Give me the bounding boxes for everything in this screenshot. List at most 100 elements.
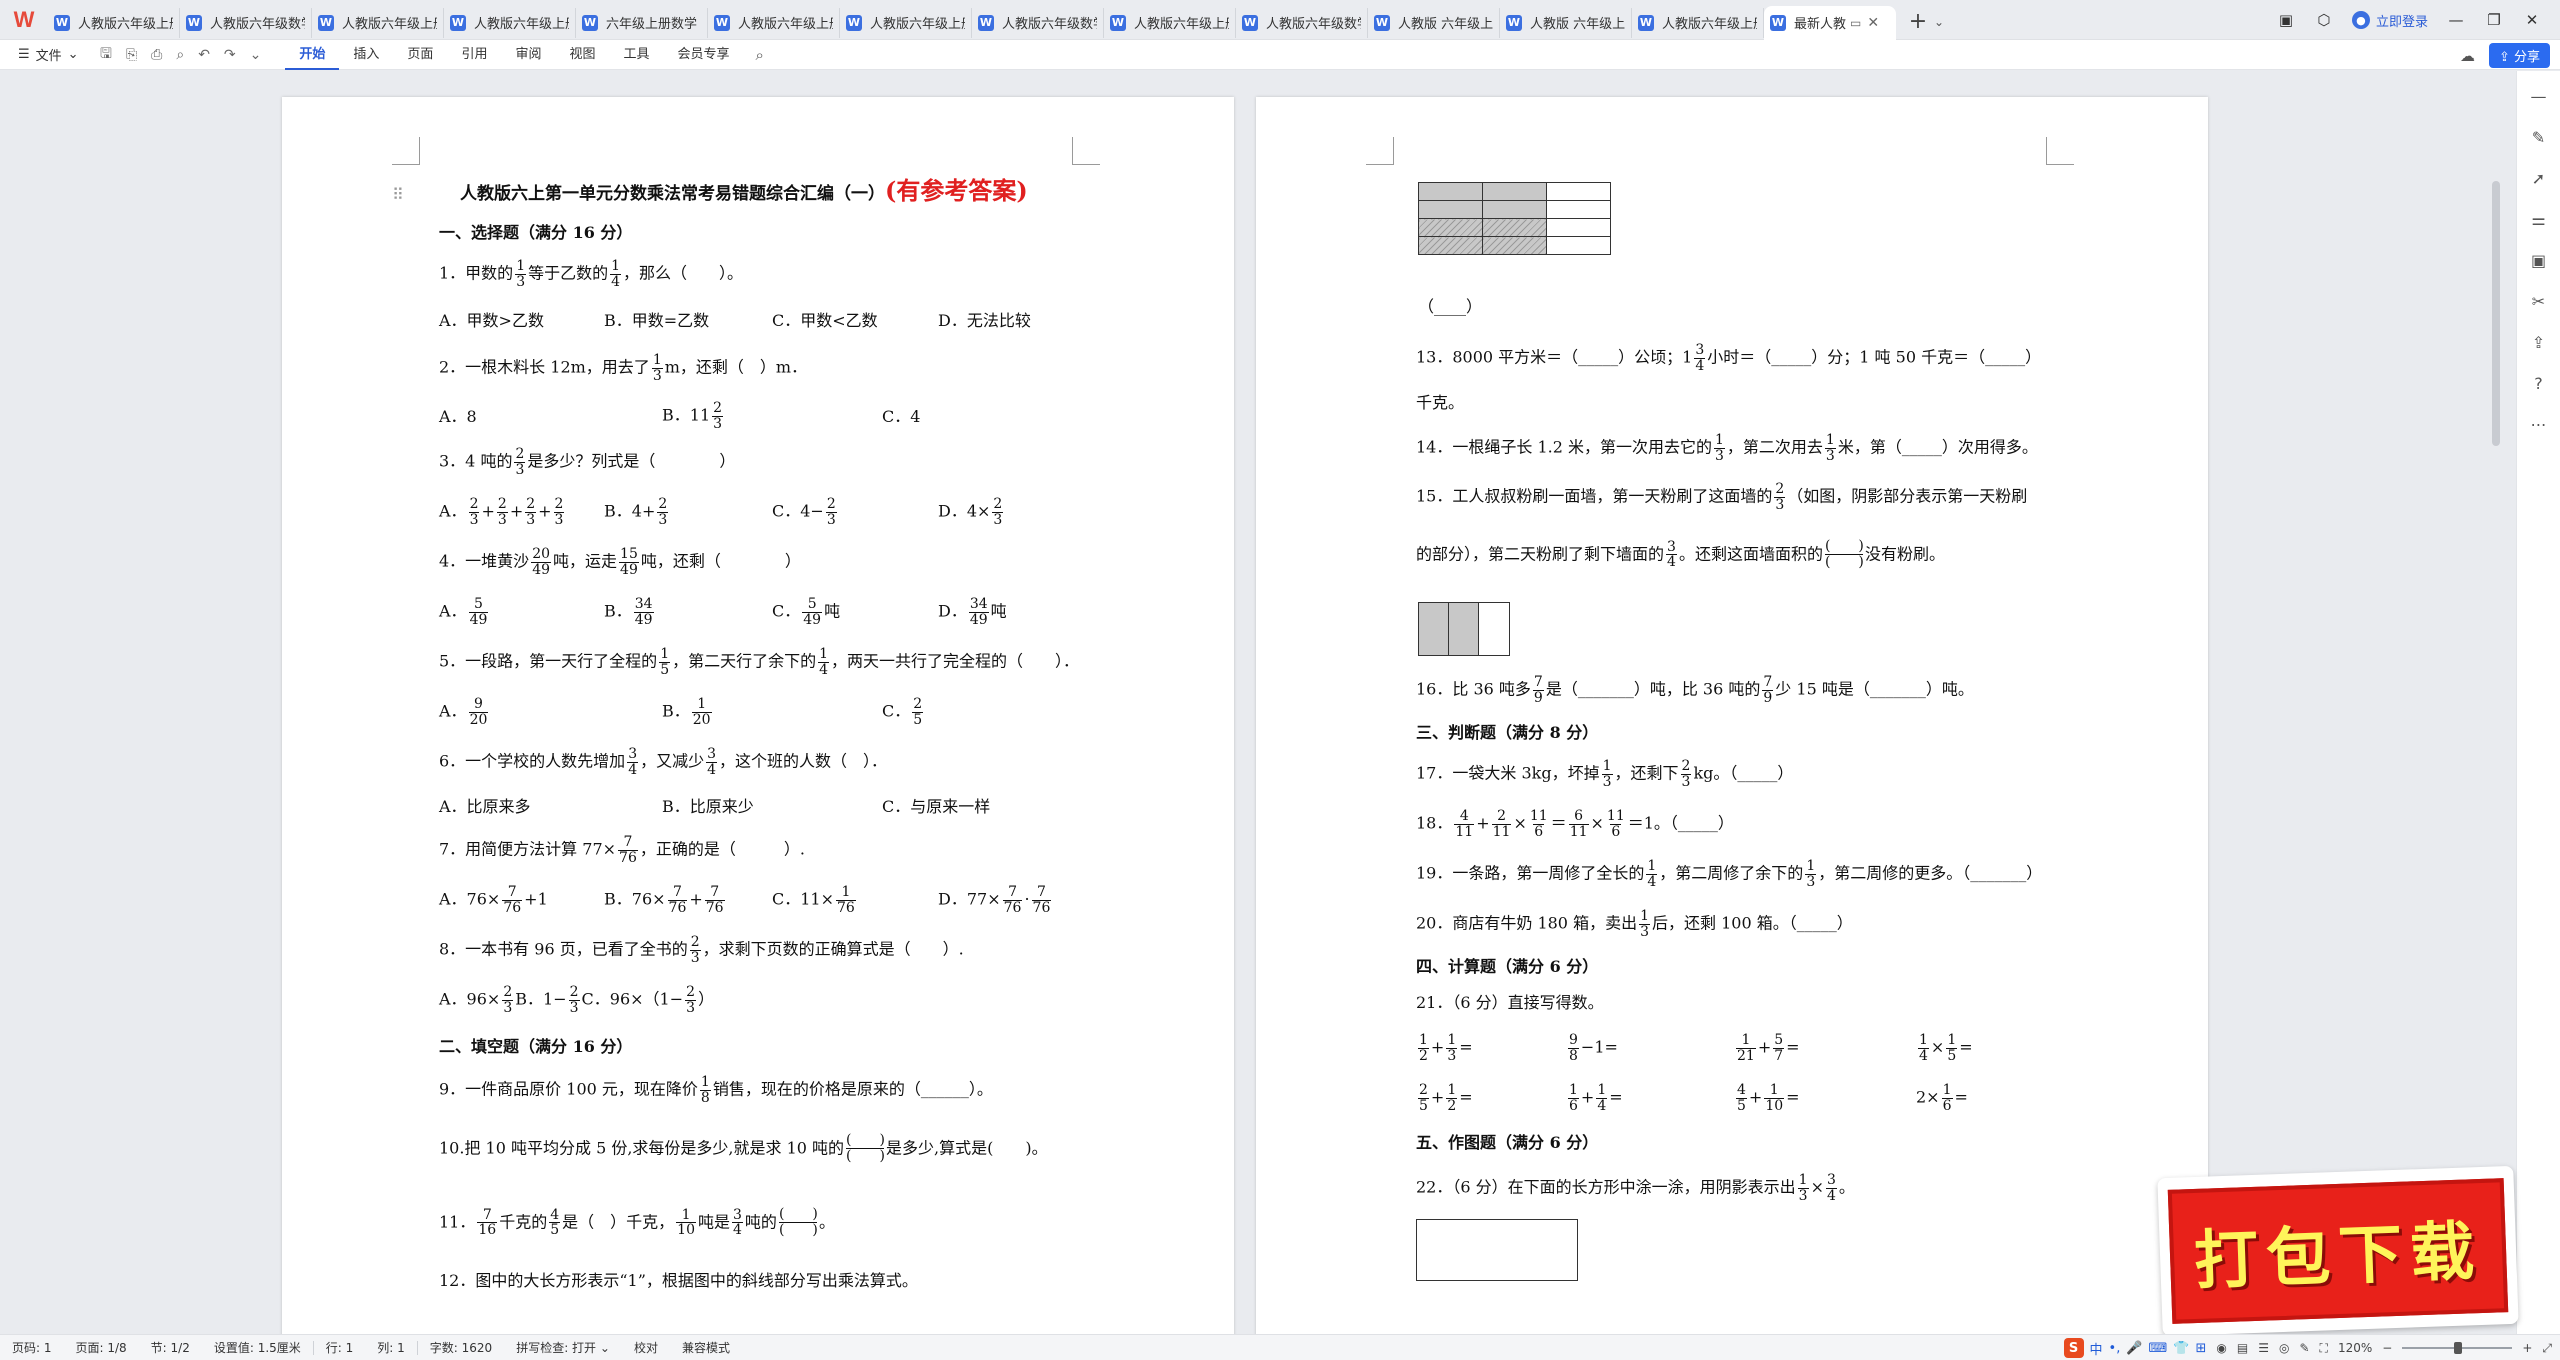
collapse-icon[interactable]: — xyxy=(2531,87,2547,106)
document-tab[interactable]: W 人教版六年级上册 xyxy=(1104,7,1236,38)
more-chevron-icon[interactable]: ⌄ xyxy=(250,47,262,63)
cloud-icon[interactable]: ☁ xyxy=(2460,47,2475,65)
zoom-in-icon[interactable]: + xyxy=(2522,1341,2532,1355)
status-word-count[interactable]: 字数: 1620 xyxy=(418,1339,504,1356)
status-section[interactable]: 节: 1/2 xyxy=(139,1339,202,1356)
q-text: 19．一条路，第一周修了全长的 xyxy=(1416,863,1645,883)
blank-fraction[interactable]: ( )( ) xyxy=(846,1132,885,1165)
redo-icon[interactable]: ↷ xyxy=(224,47,236,63)
q-text: 销售，现在的价格是原来的（______）。 xyxy=(712,1079,993,1099)
cursor-icon[interactable]: ➚ xyxy=(2532,169,2545,188)
page-view-icon[interactable]: ▤ xyxy=(2237,1341,2248,1355)
tab-member[interactable]: 会员专享 xyxy=(664,40,744,70)
document-workspace[interactable]: 人教版六上第一单元分数乘法常考易错题综合汇编（一）(有参考答案) 一、选择题（满… xyxy=(0,71,2516,1334)
vertical-scrollbar-thumb[interactable] xyxy=(2492,181,2500,446)
option: D．77× 7 76 · 7 76 xyxy=(938,885,1053,915)
document-tab[interactable]: W 人教版六年级上册 xyxy=(312,7,444,38)
option: A．8 xyxy=(439,407,477,426)
cube-icon[interactable]: ⬡ xyxy=(2314,11,2334,29)
active-document-tab[interactable]: W 最新人教 ▭ ✕ xyxy=(1764,5,1896,40)
zoom-level[interactable]: 120% xyxy=(2338,1341,2372,1355)
tab-home[interactable]: 开始 xyxy=(285,40,340,70)
document-page-1[interactable]: 人教版六上第一单元分数乘法常考易错题综合汇编（一）(有参考答案) 一、选择题（满… xyxy=(282,97,1234,1334)
tools-icon[interactable]: ✂ xyxy=(2532,292,2545,311)
status-page-count[interactable]: 页面: 1/8 xyxy=(64,1339,139,1356)
grid-cell xyxy=(1546,236,1611,255)
pen-icon[interactable]: ✎ xyxy=(2532,128,2545,147)
document-page-2[interactable]: （____） 13．8000 平方米＝（_____）公顷；1 3 4 小时＝（____… xyxy=(1256,97,2208,1334)
ime-toolbar[interactable]: S 中 •, 🎤 ⌨ 👕 ⊞ xyxy=(2063,1338,2206,1358)
document-tab[interactable]: W 人教版六年级数学 xyxy=(972,7,1104,38)
q-text: + xyxy=(1476,813,1490,833)
print-preview-icon[interactable]: ⌕ xyxy=(176,47,184,63)
fraction: 7 76 xyxy=(502,885,523,915)
export-pdf-icon[interactable]: ⎘ xyxy=(126,47,137,63)
option-text: B．1− xyxy=(515,989,567,1009)
cloud-share-icon[interactable]: ⇪ xyxy=(2532,333,2545,352)
document-tab[interactable]: W 人教版 六年级上 xyxy=(1500,7,1632,38)
document-tab[interactable]: W 人教版六年级数学 xyxy=(1236,7,1368,38)
document-tab[interactable]: W 人教版六年级数学 xyxy=(180,7,312,38)
help-icon[interactable]: ? xyxy=(2534,374,2543,393)
image-icon[interactable]: ▣ xyxy=(2531,251,2546,270)
save-icon[interactable]: 🖫 xyxy=(100,43,112,67)
file-menu[interactable]: ☰ 文件 ⌄ xyxy=(0,45,90,64)
download-banner[interactable]: 打包下载 xyxy=(2157,1165,2519,1337)
denominator: 10 xyxy=(676,1222,696,1239)
eye-icon[interactable]: ◉ xyxy=(2216,1341,2226,1355)
wps-logo-icon[interactable]: W xyxy=(0,0,48,40)
status-col[interactable]: 列: 1 xyxy=(365,1339,417,1356)
minimize-icon[interactable]: — xyxy=(2446,11,2466,29)
share-button[interactable]: ⇪ 分享 xyxy=(2488,43,2550,68)
document-tab[interactable]: W 人教版六年级上册 xyxy=(1632,7,1764,38)
more-icon[interactable]: ⋯ xyxy=(2531,415,2547,434)
print-icon[interactable]: ⎙ xyxy=(151,47,162,63)
document-tab[interactable]: W 人教版六年级上册 xyxy=(708,7,840,38)
search-icon[interactable]: ⌕ xyxy=(756,46,764,64)
document-tab[interactable]: W 人教版 六年级上 xyxy=(1368,7,1500,38)
drag-handle-icon[interactable]: ⠿ xyxy=(392,185,404,204)
close-window-icon[interactable]: ✕ xyxy=(2522,11,2542,29)
web-view-icon[interactable]: ◎ xyxy=(2279,1341,2289,1355)
option: C． 2 5 xyxy=(882,697,925,727)
status-page-number[interactable]: 页码: 1 xyxy=(0,1339,64,1356)
zoom-out-icon[interactable]: − xyxy=(2382,1341,2392,1355)
layout-icon[interactable]: ▣ xyxy=(2276,11,2296,29)
numerator: 7 xyxy=(1533,674,1543,690)
undo-icon[interactable]: ↶ xyxy=(198,47,210,63)
restore-icon[interactable]: ❐ xyxy=(2484,11,2504,29)
status-spellcheck[interactable]: 拼写检查: 打开 ⌄ xyxy=(504,1339,622,1356)
question-2: 2．一根木料长 12m，用去了 1 3 m，还剩（ ）m． xyxy=(439,353,807,383)
tab-tools[interactable]: 工具 xyxy=(609,40,663,70)
equals: = xyxy=(1786,1087,1800,1107)
close-tab-icon[interactable]: ✕ xyxy=(1867,15,1879,31)
fraction: 13 xyxy=(1446,1033,1458,1063)
option: A．比原来多 xyxy=(439,797,531,816)
new-tab-button[interactable]: + xyxy=(1904,8,1932,36)
blank-fraction[interactable]: ( )( ) xyxy=(778,1206,818,1239)
fullscreen-icon[interactable]: ⤢ xyxy=(2542,1341,2552,1356)
pen-edit-icon[interactable]: ✎ xyxy=(2299,1341,2309,1355)
status-setting[interactable]: 设置值: 1.5厘米 xyxy=(202,1339,313,1356)
tab-insert[interactable]: 插入 xyxy=(339,40,393,70)
document-tab[interactable]: W 六年级上册数学 xyxy=(576,7,708,38)
tab-page[interactable]: 页面 xyxy=(393,40,447,70)
blank-fraction[interactable]: ( )( ) xyxy=(1824,538,1864,571)
document-tab[interactable]: W 人教版六年级上册 xyxy=(840,7,972,38)
tab-references[interactable]: 引用 xyxy=(447,40,501,70)
tab-view[interactable]: 视图 xyxy=(555,40,609,70)
numerator: 1 xyxy=(611,258,621,274)
q-text: ，两天一共行了完全程的（ ）． xyxy=(831,651,1080,671)
status-compat-mode[interactable]: 兼容模式 xyxy=(670,1339,742,1356)
document-tab[interactable]: W 人教版六年级上册 xyxy=(444,7,576,38)
settings-sliders-icon[interactable]: ⚌ xyxy=(2531,210,2545,229)
fit-page-icon[interactable]: ⛶ xyxy=(2320,1341,2328,1356)
zoom-slider[interactable] xyxy=(2402,1342,2513,1354)
tab-list-chevron-icon[interactable]: ⌄ xyxy=(1934,15,1944,29)
login-button[interactable]: ● 立即登录 xyxy=(2351,11,2428,30)
document-tab[interactable]: W 人教版六年级上册 xyxy=(48,7,180,38)
tab-review[interactable]: 审阅 xyxy=(501,40,555,70)
status-row[interactable]: 行: 1 xyxy=(314,1339,366,1356)
status-proofread[interactable]: 校对 xyxy=(622,1339,670,1356)
outline-icon[interactable]: ☰ xyxy=(2258,1341,2269,1355)
